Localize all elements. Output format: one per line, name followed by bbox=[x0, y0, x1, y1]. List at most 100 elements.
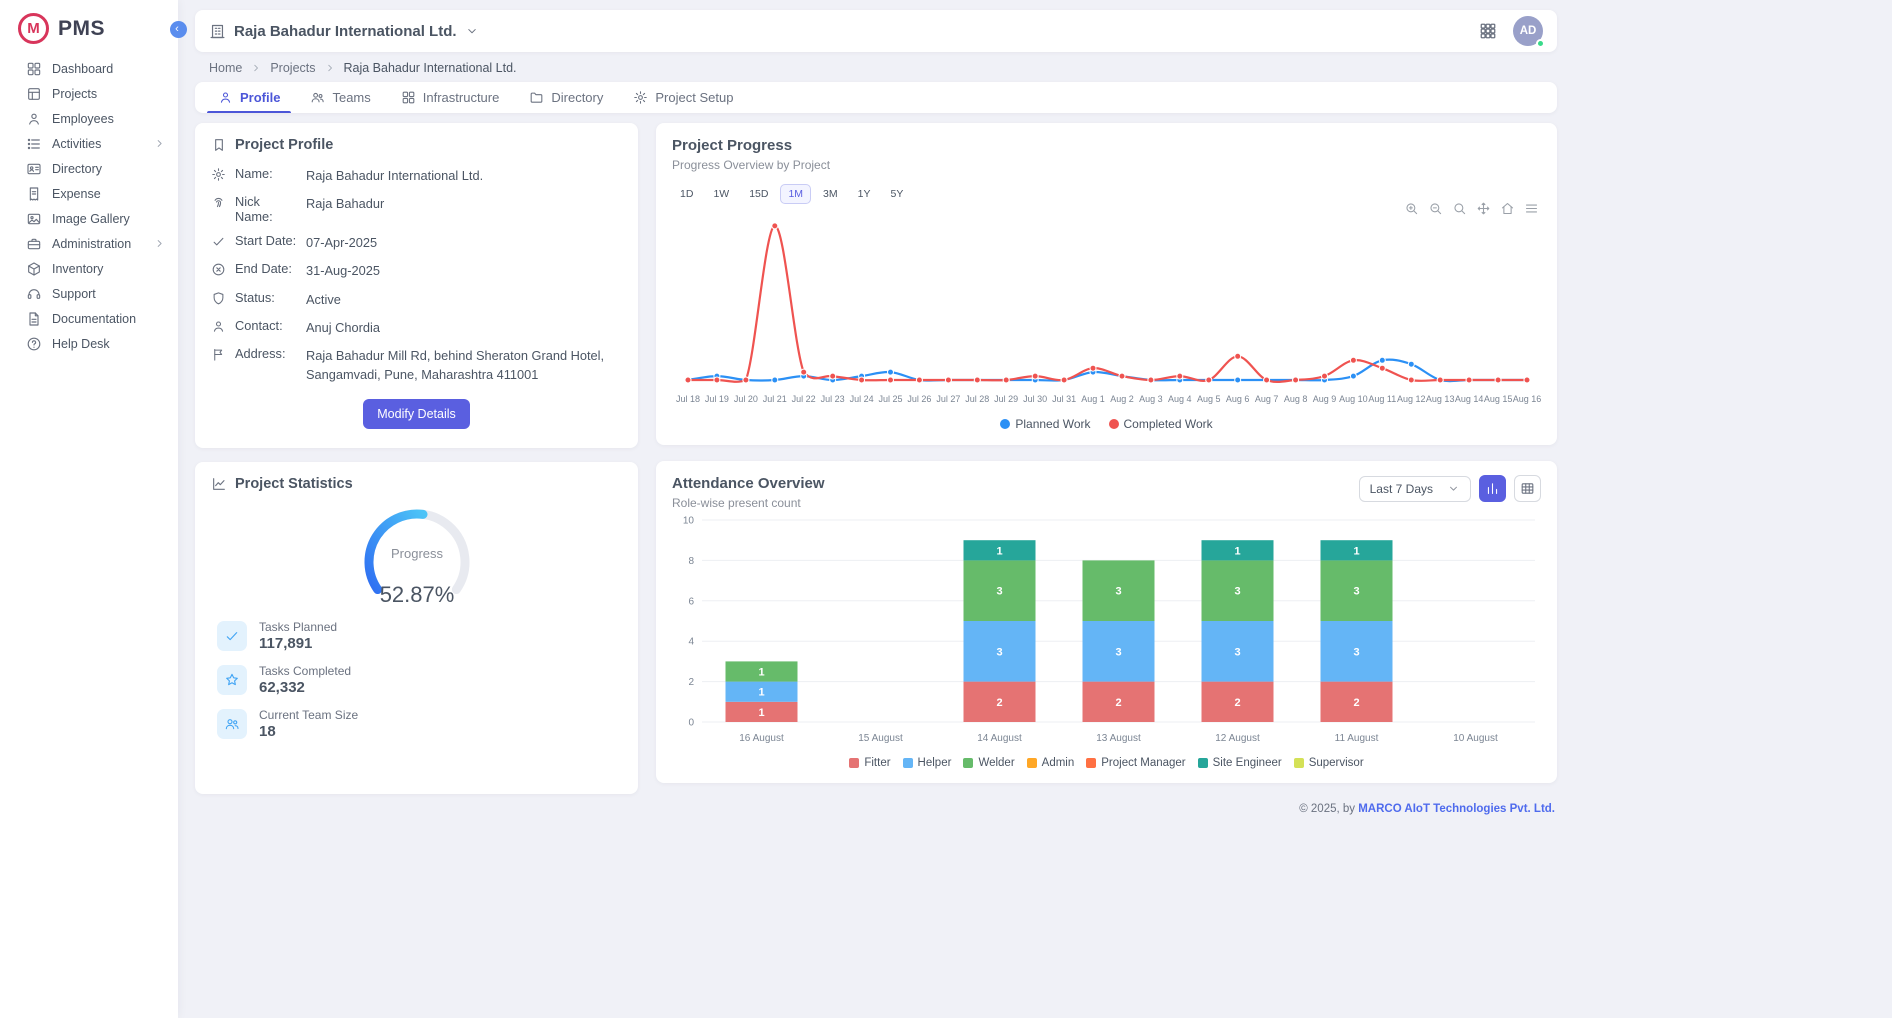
tab-label: Teams bbox=[332, 90, 370, 105]
svg-text:Jul 23: Jul 23 bbox=[821, 394, 845, 404]
profile-field-start-date: Start Date:07-Apr-2025 bbox=[211, 233, 622, 252]
sidebar-item-employees[interactable]: Employees bbox=[0, 106, 178, 131]
sidebar-item-support[interactable]: Support bbox=[0, 281, 178, 306]
sidebar-item-projects[interactable]: Projects bbox=[0, 81, 178, 106]
legend-marker-icon bbox=[849, 758, 859, 768]
sidebar-item-inventory[interactable]: Inventory bbox=[0, 256, 178, 281]
legend-fitter[interactable]: Fitter bbox=[849, 757, 890, 769]
menu-button[interactable] bbox=[1524, 201, 1539, 216]
person-icon bbox=[211, 319, 226, 334]
svg-text:14 August: 14 August bbox=[977, 733, 1022, 744]
range-button-1m[interactable]: 1M bbox=[780, 184, 811, 204]
svg-text:Aug 3: Aug 3 bbox=[1139, 394, 1163, 404]
legend-planned-work[interactable]: Planned Work bbox=[1000, 417, 1090, 431]
building-icon bbox=[209, 23, 226, 40]
company-selector[interactable]: Raja Bahadur International Ltd. bbox=[209, 23, 479, 40]
svg-text:Aug 7: Aug 7 bbox=[1255, 394, 1279, 404]
profile-fields: Name:Raja Bahadur International Ltd.Nick… bbox=[211, 166, 622, 384]
selection-zoom-button[interactable] bbox=[1452, 201, 1467, 216]
legend-marker-icon bbox=[1086, 758, 1096, 768]
zoom-in-button[interactable] bbox=[1404, 201, 1419, 216]
tab-project-setup[interactable]: Project Setup bbox=[620, 82, 746, 113]
range-button-1d[interactable]: 1D bbox=[672, 184, 701, 204]
badge-icon bbox=[211, 167, 226, 182]
sidebar-item-label: Administration bbox=[52, 237, 131, 251]
chart-line-icon bbox=[211, 476, 227, 492]
chevron-right-icon bbox=[324, 62, 336, 74]
date-range-select[interactable]: Last 7 Days bbox=[1359, 476, 1471, 502]
zoom-out-button[interactable] bbox=[1428, 201, 1443, 216]
svg-text:2: 2 bbox=[1353, 697, 1359, 709]
attendance-overview-card: Attendance Overview Role-wise present co… bbox=[656, 461, 1557, 783]
legend-supervisor[interactable]: Supervisor bbox=[1294, 757, 1364, 769]
stat-value: 18 bbox=[259, 723, 358, 740]
sidebar-item-expense[interactable]: Expense bbox=[0, 181, 178, 206]
field-label: End Date: bbox=[235, 261, 297, 276]
breadcrumb-item-projects[interactable]: Projects bbox=[270, 61, 315, 75]
home-button[interactable] bbox=[1500, 201, 1515, 216]
breadcrumb-item-home[interactable]: Home bbox=[209, 61, 242, 75]
legend-label: Completed Work bbox=[1124, 417, 1213, 431]
apps-menu-button[interactable] bbox=[1479, 22, 1497, 40]
range-button-1w[interactable]: 1W bbox=[705, 184, 737, 204]
tab-directory[interactable]: Directory bbox=[516, 82, 616, 113]
sidebar-item-image-gallery[interactable]: Image Gallery bbox=[0, 206, 178, 231]
svg-text:1: 1 bbox=[996, 545, 1002, 557]
range-button-3m[interactable]: 3M bbox=[815, 184, 846, 204]
app-logo[interactable]: M PMS bbox=[0, 0, 178, 56]
stat-label: Tasks Completed bbox=[259, 664, 351, 678]
star-icon-box bbox=[217, 665, 247, 695]
attendance-title: Attendance Overview bbox=[672, 475, 825, 492]
field-value: 31-Aug-2025 bbox=[306, 261, 622, 280]
modify-details-button[interactable]: Modify Details bbox=[363, 399, 470, 429]
sidebar-item-label: Directory bbox=[52, 162, 102, 176]
attendance-chart[interactable]: 024681011116 August15 August233114 Augus… bbox=[672, 510, 1541, 750]
svg-text:1: 1 bbox=[758, 667, 764, 679]
sidebar-item-activities[interactable]: Activities bbox=[0, 131, 178, 156]
sidebar-item-help-desk[interactable]: Help Desk bbox=[0, 331, 178, 356]
legend-welder[interactable]: Welder bbox=[963, 757, 1014, 769]
profile-field-nick-name: Nick Name:Raja Bahadur bbox=[211, 194, 622, 224]
field-label: Address: bbox=[235, 346, 297, 361]
sidebar-item-directory[interactable]: Directory bbox=[0, 156, 178, 181]
range-button-15d[interactable]: 15D bbox=[741, 184, 776, 204]
profile-field-address: Address:Raja Bahadur Mill Rd, behind She… bbox=[211, 346, 622, 384]
chart-line-icon bbox=[211, 476, 227, 492]
project-progress-title: Project Progress bbox=[672, 137, 1541, 154]
company-name: Raja Bahadur International Ltd. bbox=[234, 23, 457, 40]
circle-x-icon bbox=[211, 262, 226, 277]
tab-teams[interactable]: Teams bbox=[297, 82, 383, 113]
tab-infrastructure[interactable]: Infrastructure bbox=[388, 82, 513, 113]
sidebar-item-label: Expense bbox=[52, 187, 101, 201]
range-button-1y[interactable]: 1Y bbox=[850, 184, 879, 204]
sidebar-item-dashboard[interactable]: Dashboard bbox=[0, 56, 178, 81]
sidebar-menu: DashboardProjectsEmployeesActivities Dire… bbox=[0, 56, 178, 356]
legend-completed-work[interactable]: Completed Work bbox=[1109, 417, 1213, 431]
legend-helper[interactable]: Helper bbox=[903, 757, 952, 769]
project-progress-chart[interactable]: Jul 18Jul 19Jul 20Jul 21Jul 22Jul 23Jul … bbox=[672, 204, 1541, 410]
legend-admin[interactable]: Admin bbox=[1027, 757, 1075, 769]
table-view-button[interactable] bbox=[1514, 475, 1541, 502]
avatar-initials: AD bbox=[1520, 25, 1537, 37]
fingerprint-icon bbox=[211, 195, 226, 210]
legend-project-manager[interactable]: Project Manager bbox=[1086, 757, 1185, 769]
legend-site-engineer[interactable]: Site Engineer bbox=[1198, 757, 1282, 769]
sidebar-item-administration[interactable]: Administration bbox=[0, 231, 178, 256]
sidebar-collapse-button[interactable]: ‹ bbox=[170, 21, 187, 38]
apps-icon bbox=[1479, 22, 1497, 40]
progress-gauge: Progress52.87% bbox=[317, 500, 517, 612]
pan-button[interactable] bbox=[1476, 201, 1491, 216]
range-button-5y[interactable]: 5Y bbox=[882, 184, 911, 204]
avatar[interactable]: AD bbox=[1513, 16, 1543, 46]
footer-link[interactable]: MARCO AIoT Technologies Pvt. Ltd. bbox=[1358, 803, 1555, 815]
svg-text:2: 2 bbox=[996, 697, 1002, 709]
projects-icon bbox=[26, 86, 42, 102]
tab-bar: Profile Teams InfrastructureDirectoryProje… bbox=[195, 82, 1557, 113]
svg-text:15 August: 15 August bbox=[858, 733, 903, 744]
tab-profile[interactable]: Profile bbox=[205, 82, 293, 113]
svg-text:3: 3 bbox=[1234, 586, 1240, 598]
bar-chart-view-button[interactable] bbox=[1479, 475, 1506, 502]
sidebar-item-documentation[interactable]: Documentation bbox=[0, 306, 178, 331]
svg-text:Aug 10: Aug 10 bbox=[1339, 394, 1368, 404]
svg-text:Jul 29: Jul 29 bbox=[994, 394, 1018, 404]
